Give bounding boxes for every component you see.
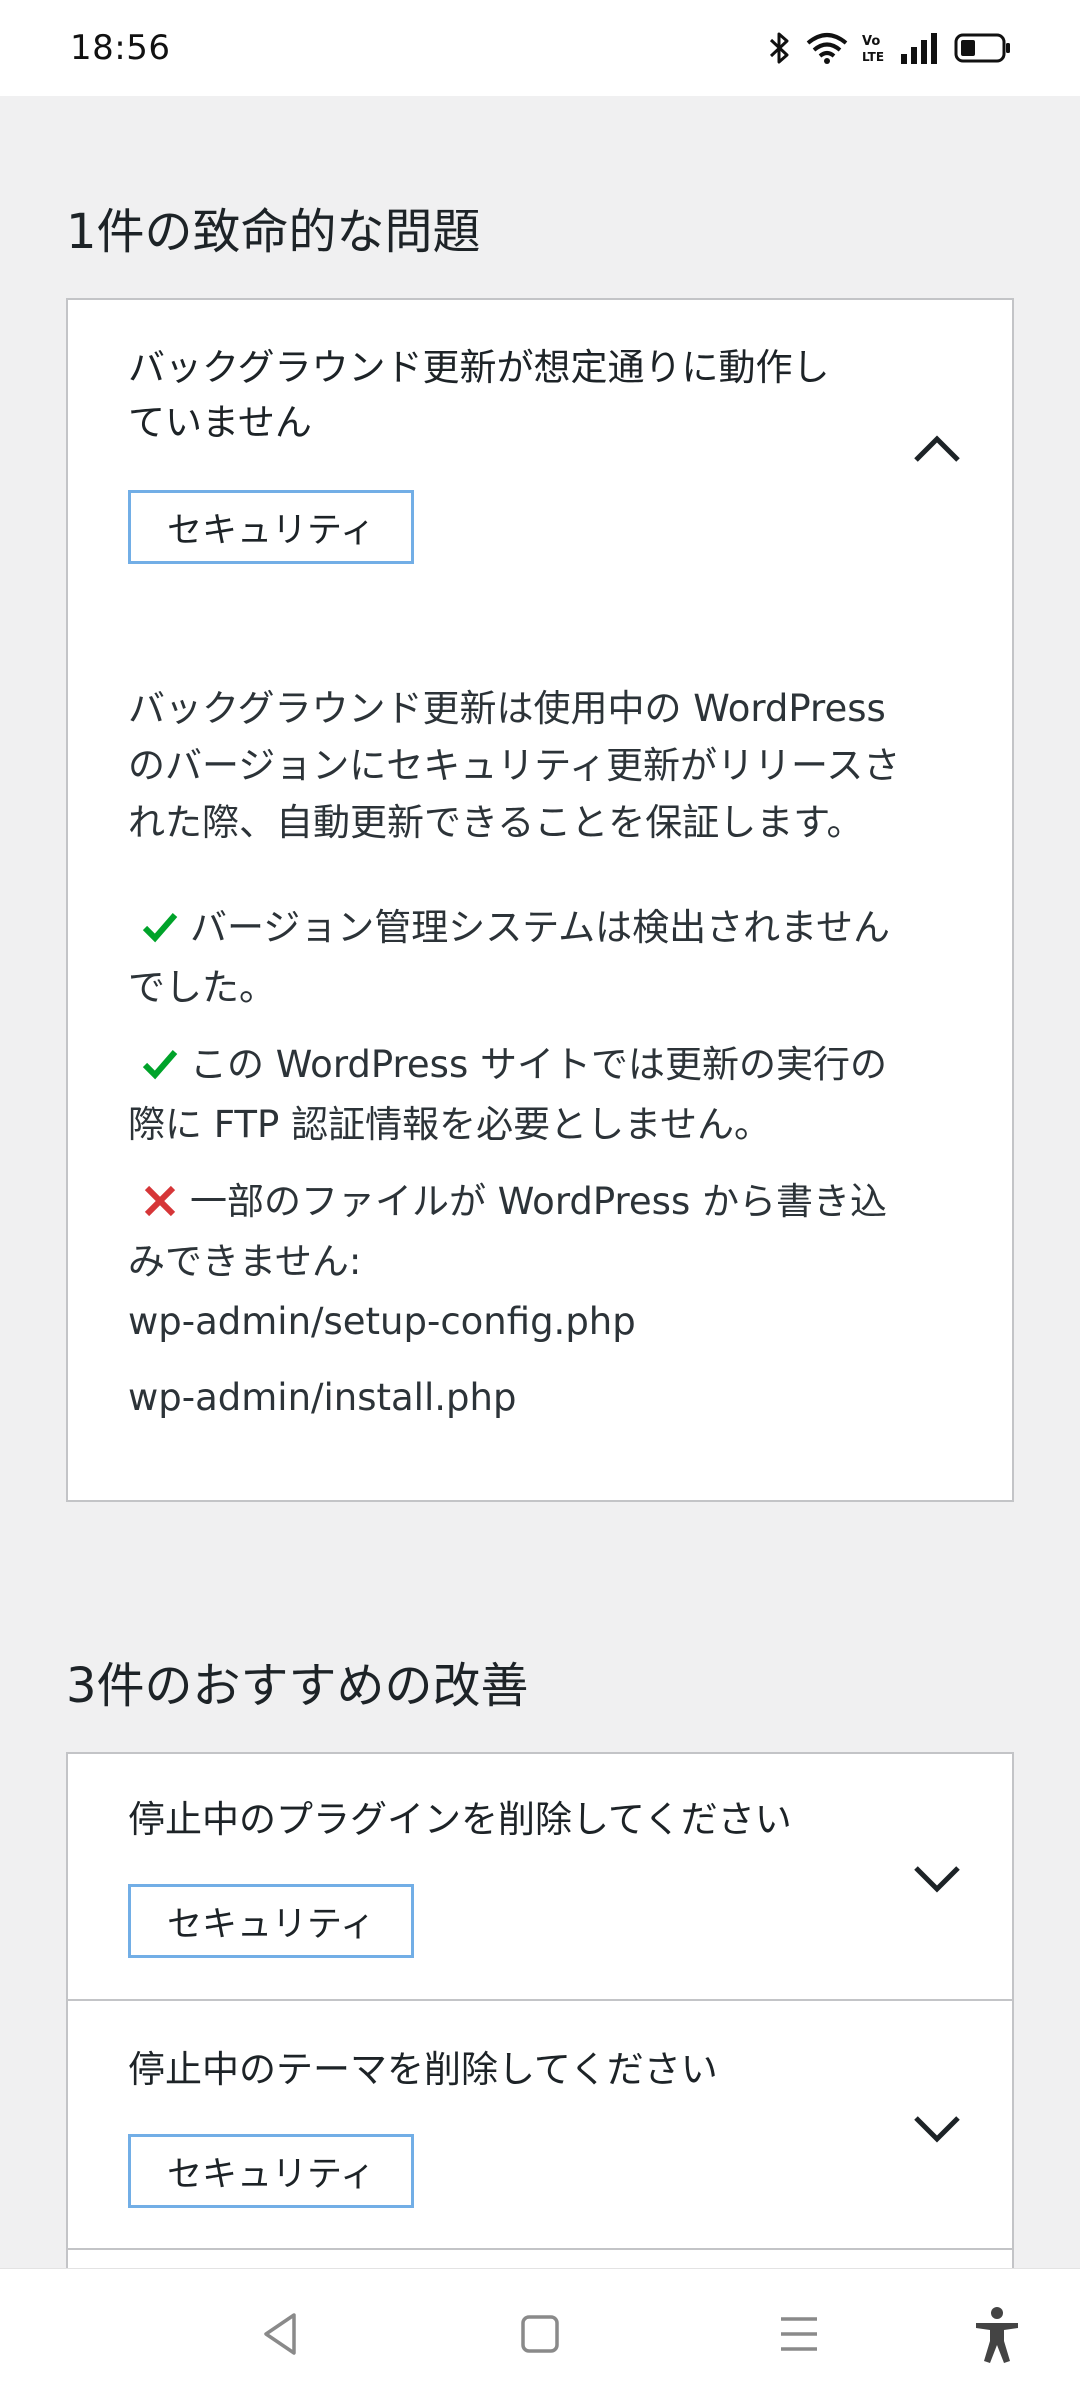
svg-text:Vo: Vo: [862, 34, 880, 49]
recommended-improvements-heading: 3件のおすすめの改善: [66, 1658, 529, 1714]
recommended-item-title: 停止中のプラグインを削除してください: [128, 1798, 792, 1841]
check-item-ftp: この WordPress サイトでは更新の実行の 際に FTP 認証情報を必要と…: [128, 1035, 968, 1155]
check-item-text-cont: 際に FTP 認証情報を必要としません。: [128, 1103, 771, 1146]
check-item-text: バージョン管理システムは検出されません: [190, 906, 891, 949]
chevron-up-icon[interactable]: [912, 430, 962, 464]
system-navigation-bar: [0, 2268, 1080, 2400]
chevron-down-icon[interactable]: [912, 1862, 962, 1896]
check-item-vcs: バージョン管理システムは検出されません でした。: [128, 898, 968, 1018]
critical-issue-title: バックグラウンド更新が想定通りに動作し ていません: [128, 340, 830, 450]
description-line-1: バックグラウンド更新は使用中の WordPress: [128, 687, 886, 730]
item-divider: [68, 1999, 1012, 2001]
signal-icon: [901, 33, 937, 64]
cross-icon: [144, 1185, 176, 1217]
site-health-content[interactable]: 1件の致命的な問題 バックグラウンド更新が想定通りに動作し ていません セキュリ…: [0, 96, 1080, 2268]
check-icon: [142, 1050, 178, 1080]
critical-issues-heading: 1件の致命的な問題: [66, 204, 481, 260]
menu-icon[interactable]: [777, 2309, 821, 2359]
check-item-text-cont: でした。: [128, 966, 276, 1009]
battery-icon: [954, 33, 1010, 63]
bluetooth-icon: [769, 32, 789, 64]
accessibility-icon[interactable]: [972, 2305, 1022, 2365]
status-bar: 18:56 Vo LTE: [0, 0, 1080, 96]
check-item-text-cont: みできません:: [128, 1240, 362, 1283]
svg-text:LTE: LTE: [862, 50, 884, 64]
status-time: 18:56: [70, 28, 171, 68]
critical-issue-panel: バックグラウンド更新が想定通りに動作し ていません セキュリティ バックグラウン…: [66, 298, 1014, 1502]
security-badge: セキュリティ: [128, 490, 414, 564]
chevron-down-icon[interactable]: [912, 2112, 962, 2146]
unwritable-file-path: wp-admin/install.php: [128, 1376, 517, 1419]
unwritable-file-path: wp-admin/setup-config.php: [128, 1300, 636, 1343]
status-icons: Vo LTE: [768, 31, 1012, 65]
back-icon[interactable]: [258, 2309, 304, 2359]
item-divider: [68, 2248, 1012, 2250]
critical-issue-description: バックグラウンド更新は使用中の WordPress のバージョンにセキュリティ更…: [128, 680, 968, 851]
critical-issue-title-line1: バックグラウンド更新が想定通りに動作し: [128, 346, 830, 389]
critical-issue-title-line2: ていません: [128, 401, 312, 444]
wifi-icon: [806, 33, 848, 64]
security-badge: セキュリティ: [128, 1884, 414, 1958]
recommended-items-panel: 停止中のプラグインを削除してください セキュリティ 停止中のテーマを削除してくだ…: [66, 1752, 1014, 2268]
description-line-3: れた際、自動更新できることを保証します。: [128, 801, 864, 844]
check-icon: [142, 913, 178, 943]
security-badge: セキュリティ: [128, 2134, 414, 2208]
home-icon[interactable]: [518, 2309, 562, 2359]
description-line-2: のバージョンにセキュリティ更新がリリースさ: [128, 744, 901, 787]
check-item-text: 一部のファイルが WordPress から書き込: [190, 1180, 888, 1223]
check-item-text: この WordPress サイトでは更新の実行の: [190, 1043, 888, 1086]
recommended-item-title: 停止中のテーマを削除してください: [128, 2048, 718, 2091]
volte-icon: Vo LTE: [862, 34, 884, 64]
check-item-file-permissions: 一部のファイルが WordPress から書き込 みできません:: [128, 1172, 968, 1292]
